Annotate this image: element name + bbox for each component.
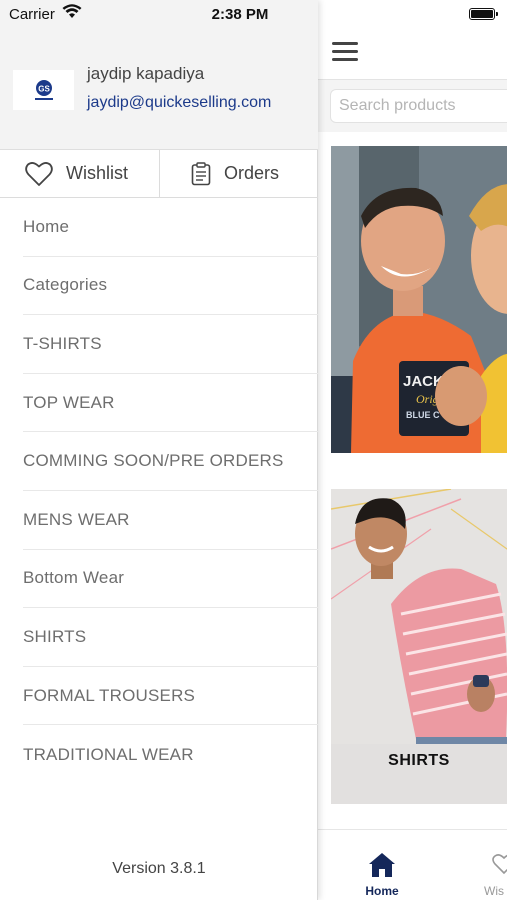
tab-home-label: Home (365, 884, 399, 898)
clock: 2:38 PM (211, 6, 269, 23)
menu-item-coming-soon-pre-orders[interactable]: COMMING SOON/PRE ORDERS (23, 432, 318, 491)
menu-item-bottom-wear[interactable]: Bottom Wear (23, 550, 318, 609)
menu-item-traditional-wear[interactable]: TRADITIONAL WEAR (23, 725, 318, 784)
svg-text:BLUE C: BLUE C (406, 410, 440, 420)
banner-label-shirts: SHIRTS (388, 752, 450, 769)
brand-logo: GS (13, 70, 74, 110)
svg-text:GS: GS (38, 85, 50, 94)
menu-item-t-shirts[interactable]: T-SHIRTS (23, 315, 318, 374)
navigation-drawer: GS jaydip kapadiya jaydip@quickeselling.… (0, 0, 318, 900)
promo-banner-tshirts[interactable]: JACK&JO Orig BLUE C (331, 146, 507, 453)
banner-photo-men: JACK&JO Orig BLUE C (331, 146, 507, 453)
profile-name: jaydip kapadiya (87, 64, 205, 83)
clipboard-icon (191, 161, 211, 185)
menu-item-top-wear[interactable]: TOP WEAR (23, 374, 318, 433)
orders-label: Orders (224, 163, 280, 183)
orders-button[interactable]: Orders (161, 150, 318, 197)
search-input[interactable] (330, 89, 507, 123)
profile-email[interactable]: jaydip@quickeselling.com (87, 94, 271, 112)
home-icon (369, 853, 395, 877)
status-bar: Carrier 2:38 PM (0, 0, 318, 30)
heart-icon (492, 854, 507, 875)
tab-home[interactable]: Home (352, 830, 412, 900)
heart-icon (25, 161, 53, 186)
menu-item-home[interactable]: Home (23, 198, 318, 257)
hamburger-menu-icon[interactable] (332, 42, 358, 62)
wishlist-label: Wishlist (66, 163, 128, 183)
bottom-tab-bar: Home Wis (318, 829, 507, 900)
tab-wishlist-label: Wis (484, 884, 504, 898)
app-version: Version 3.8.1 (112, 860, 206, 877)
quick-actions: Wishlist Orders (0, 150, 318, 198)
tab-wishlist[interactable]: Wis (468, 830, 507, 900)
drawer-menu: Home Categories T-SHIRTS TOP WEAR COMMIN… (0, 198, 318, 784)
menu-item-mens-wear[interactable]: MENS WEAR (23, 491, 318, 550)
promo-banner-shirts[interactable]: SHIRTS (331, 489, 507, 804)
menu-item-formal-trousers[interactable]: FORMAL TROUSERS (23, 667, 318, 726)
wishlist-button[interactable]: Wishlist (0, 150, 160, 197)
main-screen: JACK&JO Orig BLUE C (318, 0, 507, 900)
menu-item-shirts[interactable]: SHIRTS (23, 608, 318, 667)
menu-item-categories[interactable]: Categories (23, 257, 318, 316)
search-bar (318, 80, 507, 132)
